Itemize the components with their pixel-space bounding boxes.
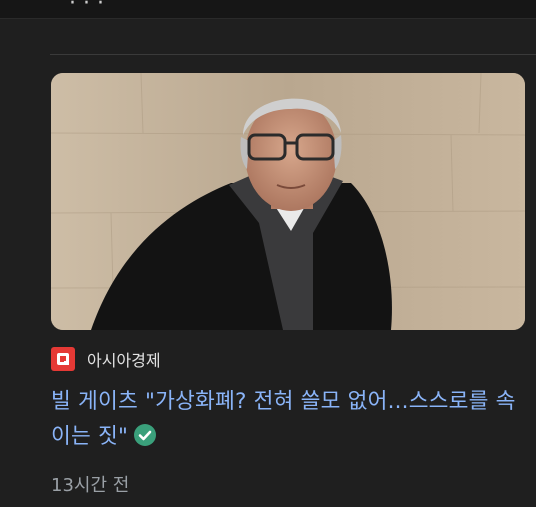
article-image[interactable]	[51, 73, 525, 330]
card-divider	[50, 54, 536, 55]
source-row[interactable]: 아시아경제	[51, 346, 161, 372]
previous-card-heading: ' · · ·	[56, 0, 105, 16]
article-photo	[51, 73, 525, 330]
source-name: 아시아경제	[87, 351, 161, 370]
asiae-logo-icon	[51, 347, 75, 371]
verified-check-icon	[134, 422, 157, 446]
article-time: 13시간 전	[51, 475, 130, 496]
news-feed-page: ' · · · 아시아경제 빌 게이츠 "가상화폐? 전혀 쓸모 없어...스스…	[0, 0, 536, 507]
previous-card-remnant: ' · · ·	[0, 0, 536, 19]
asiae-logo-glyph	[57, 353, 69, 365]
headline-text[interactable]: 빌 게이츠 "가상화폐? 전혀 쓸모 없어...스스로를 속이는 짓"	[51, 389, 516, 449]
article-headline[interactable]: 빌 게이츠 "가상화폐? 전혀 쓸모 없어...스스로를 속이는 짓"	[51, 384, 525, 454]
